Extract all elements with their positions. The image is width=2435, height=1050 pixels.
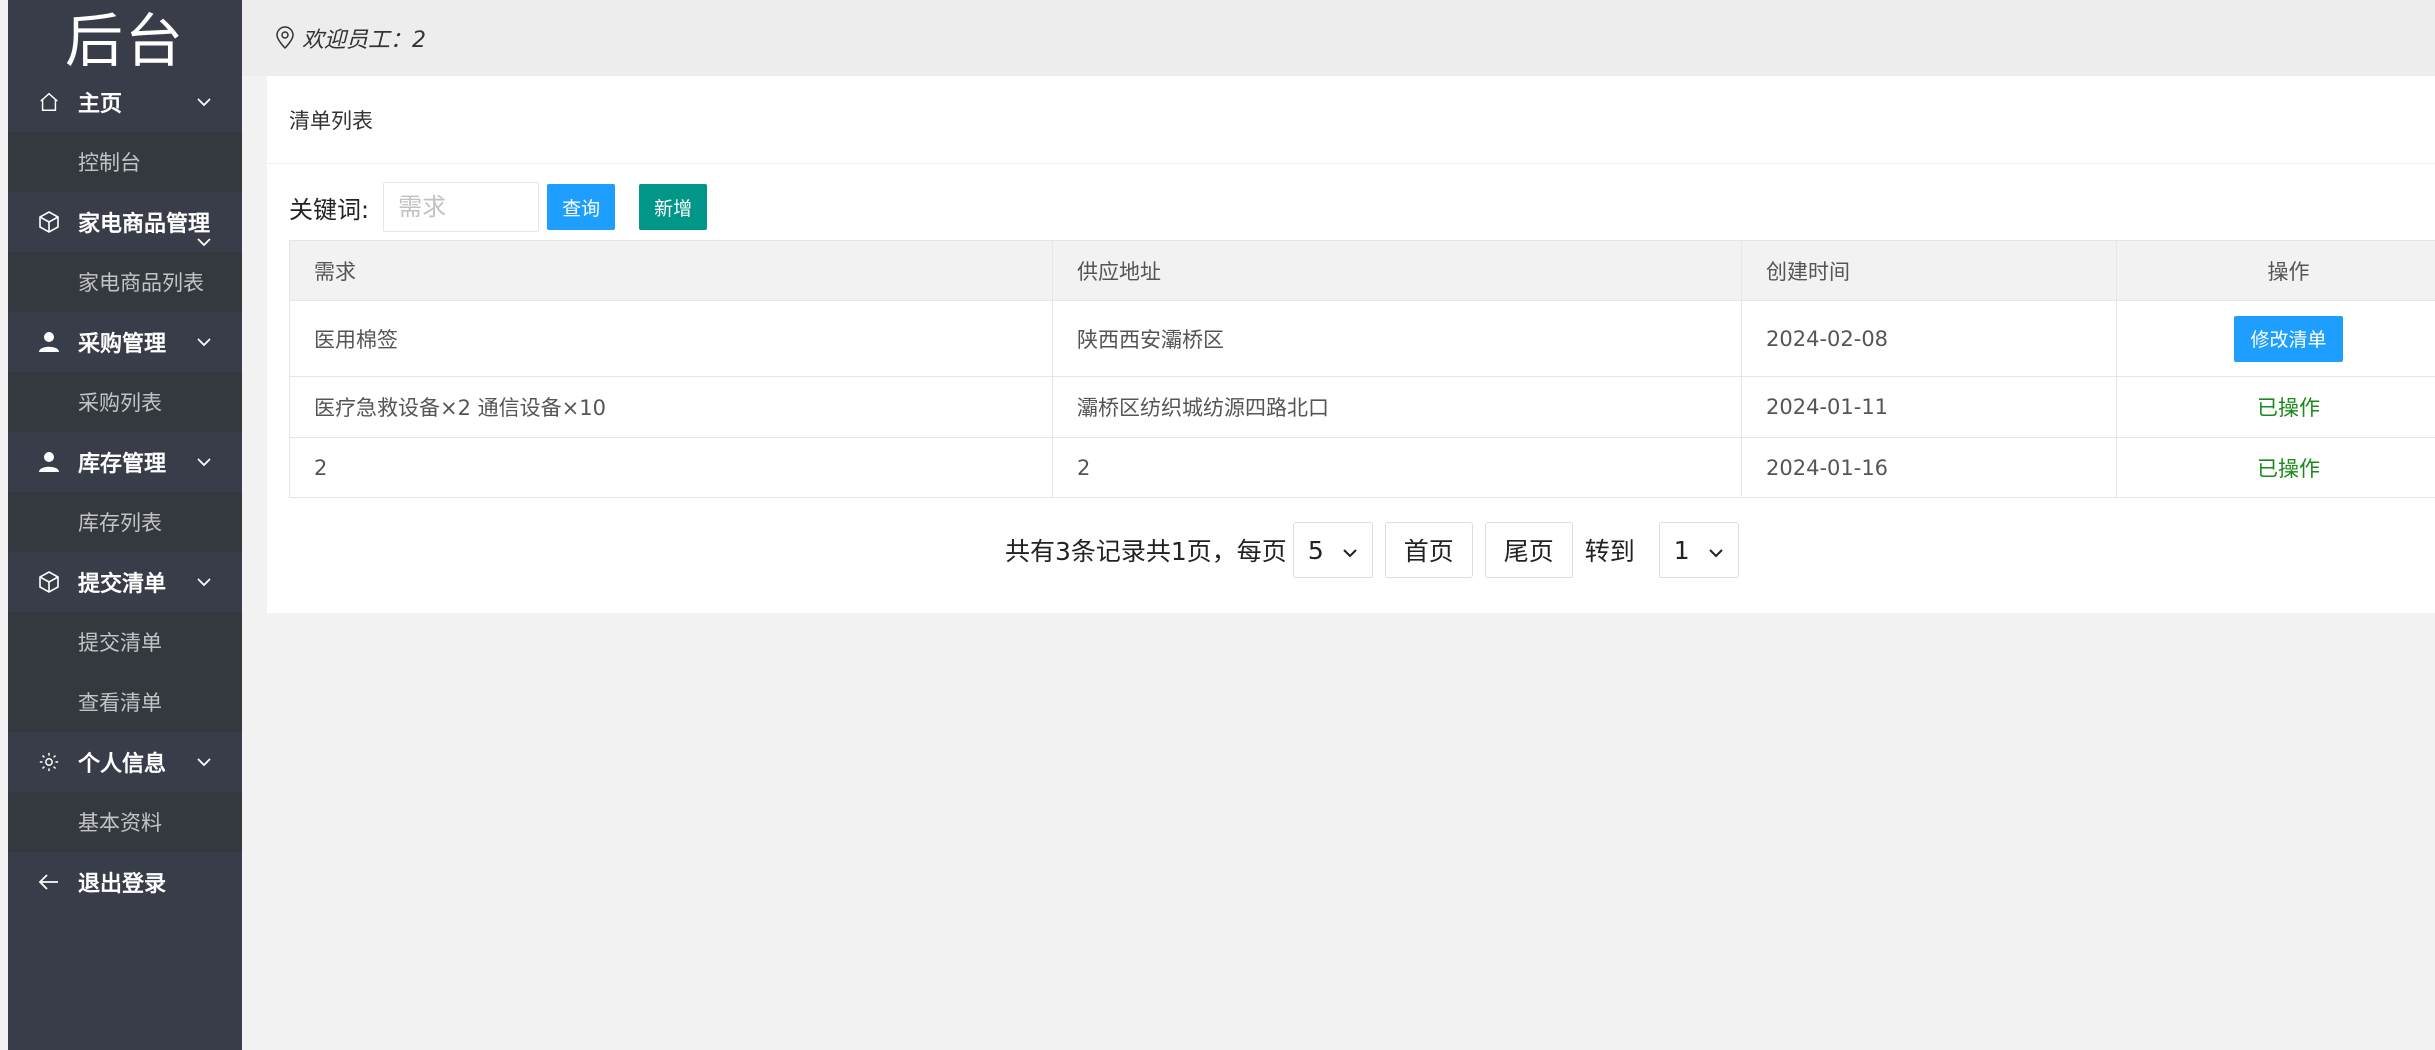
page-select[interactable]: 1 — [1658, 522, 1739, 578]
home-icon — [36, 89, 62, 115]
menu-group-label: 家电商品管理 — [78, 212, 211, 237]
search-toolbar: 关键词: 查询 新增 — [289, 182, 708, 232]
cell-address: 灞桥区纺织城纺源四路北口 — [1052, 376, 1742, 438]
menu-item-dashboard[interactable]: 控制台 — [8, 132, 242, 192]
edit-list-button[interactable]: 修改清单 — [2234, 315, 2343, 362]
column-header-action: 操作 — [2116, 240, 2435, 301]
goto-label: 转到 — [1584, 537, 1635, 566]
page-size-select[interactable]: 5 — [1292, 522, 1373, 578]
logout-button[interactable]: 退出登录 — [8, 852, 242, 912]
user-icon — [36, 329, 62, 355]
cell-address: 陕西西安灞桥区 — [1052, 300, 1742, 377]
column-header-need: 需求 — [289, 240, 1053, 301]
menu-group-profile[interactable]: 个人信息 — [8, 732, 242, 792]
keyword-input[interactable] — [383, 182, 540, 232]
query-button[interactable]: 查询 — [547, 184, 616, 230]
cell-action: 修改清单 — [2116, 300, 2435, 377]
cell-need: 医疗急救设备×2 通信设备×10 — [289, 376, 1053, 438]
pager-summary: 共有3条记录共1页，每页 — [1005, 537, 1287, 566]
menu-item-inventory-list[interactable]: 库存列表 — [8, 492, 242, 552]
menu-item-appliance-list[interactable]: 家电商品列表 — [8, 252, 242, 312]
last-page-button[interactable]: 尾页 — [1484, 522, 1573, 578]
menu-group-home[interactable]: 主页 — [8, 72, 242, 132]
menu-group-label: 个人信息 — [78, 752, 167, 777]
menu-group-appliances[interactable]: 家电商品管理 — [8, 192, 242, 252]
cell-address: 2 — [1052, 437, 1742, 498]
table-header-row: 需求 供应地址 创建时间 操作 — [289, 240, 2435, 301]
card-title: 清单列表 — [267, 76, 2435, 164]
chevron-down-icon — [194, 92, 214, 118]
list-table: 需求 供应地址 创建时间 操作 医用棉签 陕西西安灞桥区 2024-02-08 … — [289, 240, 2435, 498]
cell-created: 2024-02-08 — [1741, 300, 2117, 377]
page-size-value: 5 — [1307, 535, 1324, 565]
menu-group-label: 库存管理 — [78, 452, 167, 477]
column-header-created: 创建时间 — [1741, 240, 2117, 301]
logout-label: 退出登录 — [78, 872, 167, 897]
chevron-down-icon — [194, 230, 214, 255]
sidebar: 后台 主页 控制台 家电商品管理 家电商品列表 采购管理 采购列表 库存管理 库… — [8, 0, 242, 1050]
pagination: 共有3条记录共1页，每页 5 首页 尾页 转到 1 — [1005, 522, 1739, 578]
menu-item-purchase-list[interactable]: 采购列表 — [8, 372, 242, 432]
table-row: 2 2 2024-01-16 已操作 — [289, 437, 2435, 498]
chevron-down-icon — [194, 572, 214, 598]
column-header-address: 供应地址 — [1052, 240, 1742, 301]
menu-item-submit-list[interactable]: 提交清单 — [8, 612, 242, 672]
chevron-down-icon — [1342, 536, 1358, 565]
chevron-down-icon — [194, 752, 214, 778]
user-icon — [36, 449, 62, 475]
keyword-label: 关键词: — [289, 195, 370, 224]
top-bar: 欢迎员工：2 — [242, 0, 2435, 76]
cell-action-status: 已操作 — [2116, 437, 2435, 498]
add-button[interactable]: 新增 — [639, 184, 708, 230]
cell-created: 2024-01-16 — [1741, 437, 2117, 498]
first-page-button[interactable]: 首页 — [1384, 522, 1473, 578]
menu-group-label: 提交清单 — [78, 572, 167, 597]
cell-need: 2 — [289, 437, 1053, 498]
cell-need: 医用棉签 — [289, 300, 1053, 377]
menu-group-submit-list[interactable]: 提交清单 — [8, 552, 242, 612]
menu-group-label: 采购管理 — [78, 332, 167, 357]
menu-group-label: 主页 — [78, 92, 123, 117]
chevron-down-icon — [1708, 536, 1724, 565]
chevron-down-icon — [194, 452, 214, 478]
cell-action-status: 已操作 — [2116, 376, 2435, 438]
chevron-down-icon — [194, 332, 214, 358]
gear-icon — [36, 749, 62, 775]
table-row: 医用棉签 陕西西安灞桥区 2024-02-08 修改清单 — [289, 300, 2435, 377]
menu-group-purchase[interactable]: 采购管理 — [8, 312, 242, 372]
location-pin-icon — [274, 26, 296, 50]
welcome-text: 欢迎员工：2 — [302, 28, 426, 53]
cell-created: 2024-01-11 — [1741, 376, 2117, 438]
page-value: 1 — [1673, 535, 1690, 565]
menu-item-view-list[interactable]: 查看清单 — [8, 672, 242, 732]
logo: 后台 — [64, 7, 185, 75]
arrow-left-icon — [36, 869, 62, 895]
table-row: 医疗急救设备×2 通信设备×10 灞桥区纺织城纺源四路北口 2024-01-11… — [289, 376, 2435, 438]
menu-item-basic-profile[interactable]: 基本资料 — [8, 792, 242, 852]
list-card: 清单列表 关键词: 查询 新增 需求 供应地址 创建时间 操作 医用棉签 陕西西… — [267, 76, 2435, 613]
menu-group-inventory[interactable]: 库存管理 — [8, 432, 242, 492]
box-icon — [36, 209, 62, 235]
box-icon — [36, 569, 62, 595]
